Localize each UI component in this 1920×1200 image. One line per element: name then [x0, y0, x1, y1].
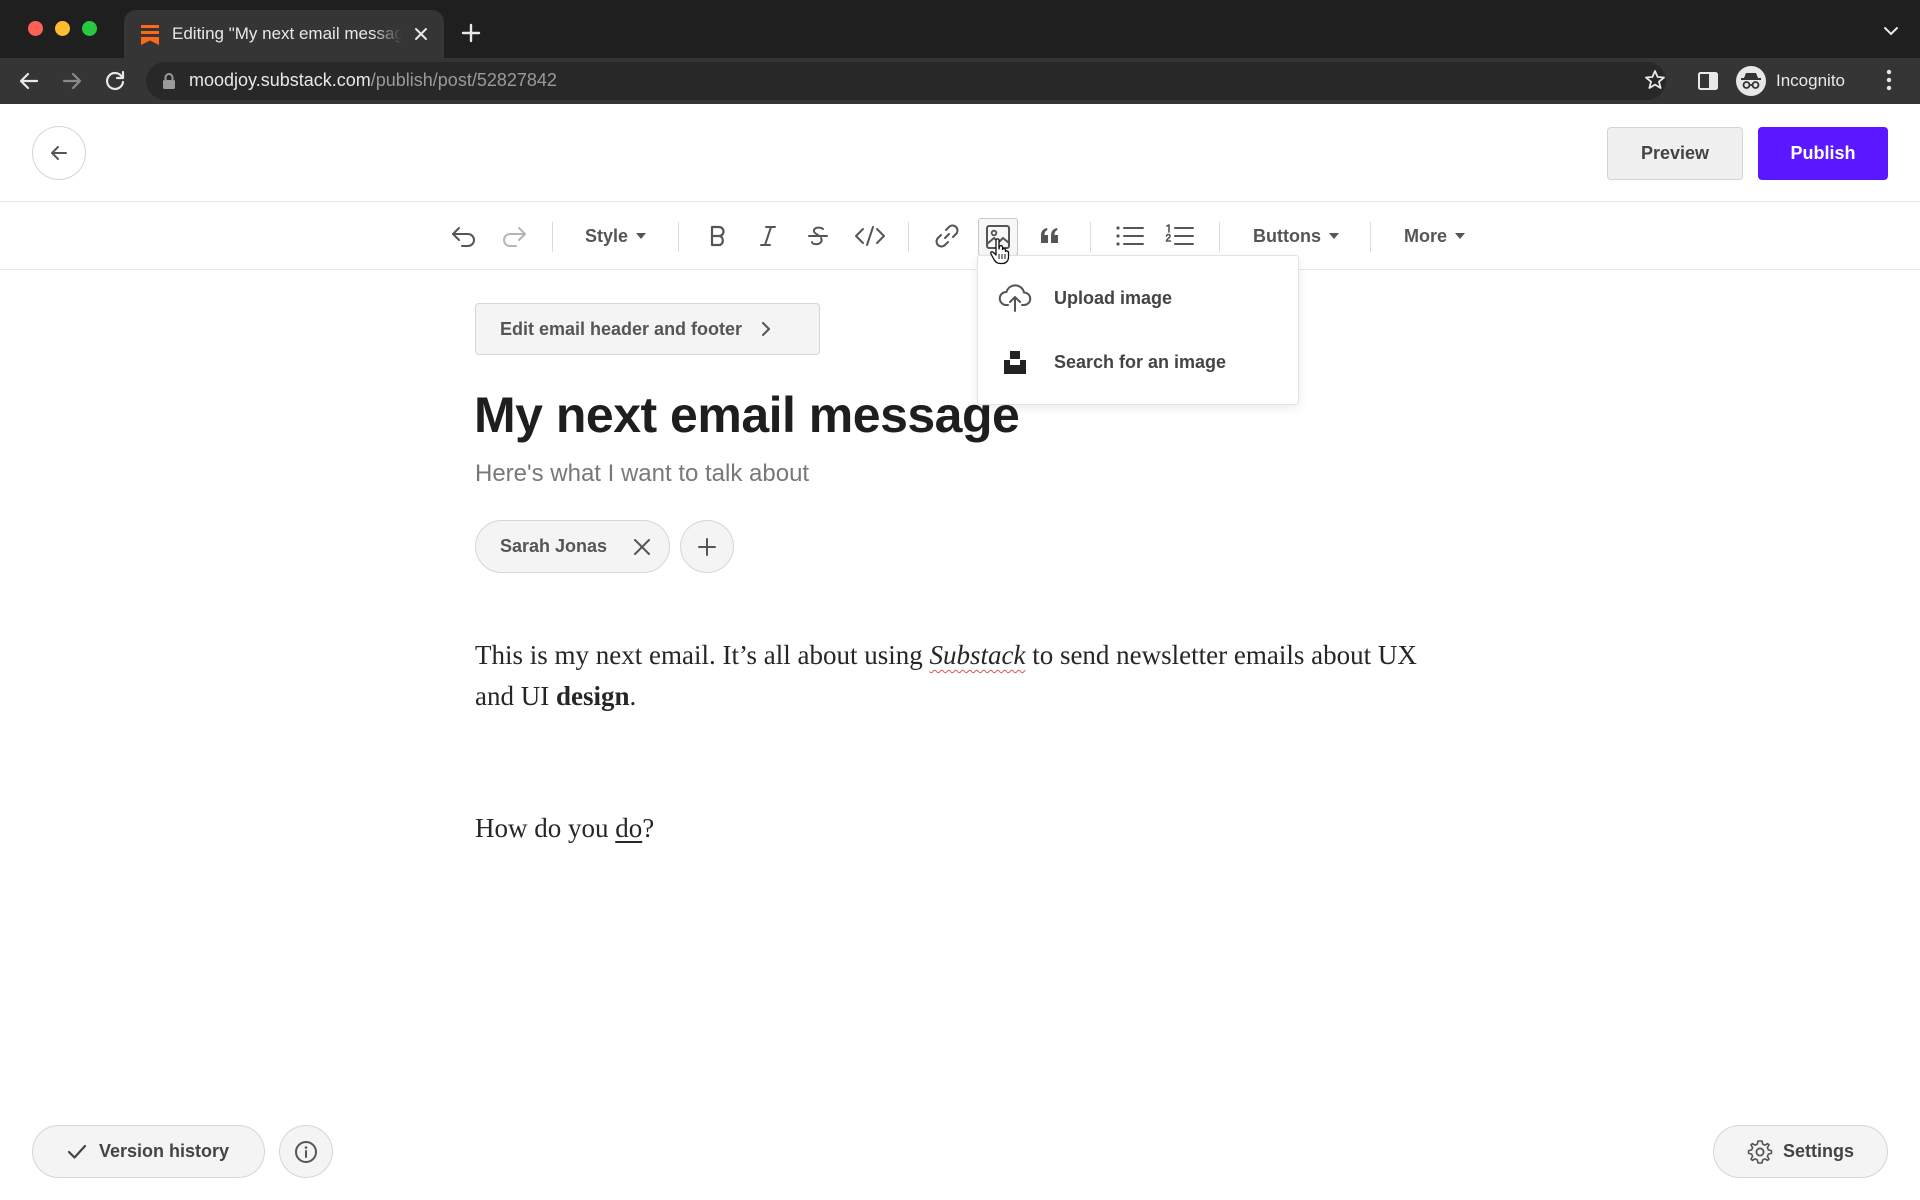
bold-icon: [710, 225, 725, 247]
toolbar-separator: [678, 222, 679, 252]
incognito-icon: [1736, 66, 1766, 96]
info-button[interactable]: [279, 1125, 333, 1178]
reload-icon[interactable]: [102, 68, 128, 94]
window-close-button[interactable]: [28, 21, 43, 36]
forward-arrow-icon[interactable]: [59, 68, 85, 94]
underlined-text: do: [615, 813, 643, 843]
upload-image-menu-item[interactable]: Upload image: [998, 281, 1172, 315]
cloud-upload-icon: [998, 284, 1032, 312]
remove-author-icon[interactable]: [633, 538, 651, 556]
incognito-label: Incognito: [1776, 71, 1845, 90]
bullet-list-button[interactable]: [1112, 218, 1148, 254]
plus-icon: [698, 537, 716, 556]
preview-button[interactable]: Preview: [1607, 127, 1743, 180]
style-dropdown[interactable]: Style: [585, 222, 647, 250]
upload-image-label: Upload image: [1054, 287, 1173, 308]
browser-tab-bar: Editing "My next email message": [0, 0, 1920, 58]
toolbar-separator: [1219, 222, 1220, 252]
caret-down-icon: [636, 233, 647, 239]
caret-down-icon: [1328, 233, 1339, 239]
unsplash-icon: [1004, 351, 1026, 374]
version-history-button[interactable]: Version history: [32, 1125, 265, 1178]
numbered-list-icon: [1165, 224, 1194, 245]
settings-button[interactable]: Settings: [1713, 1125, 1888, 1178]
incognito-profile-button[interactable]: Incognito: [1736, 64, 1845, 98]
buttons-dropdown[interactable]: Buttons: [1253, 222, 1339, 250]
author-chip: Sarah Jonas: [475, 520, 670, 573]
header-divider: [0, 201, 1920, 202]
body-paragraph-1[interactable]: This is my next email. It’s all about us…: [475, 635, 1455, 717]
back-arrow-icon[interactable]: [16, 68, 42, 94]
edit-email-header-footer-label: Edit email header and footer: [500, 318, 743, 339]
bold-button[interactable]: [700, 218, 736, 254]
browser-tab-active[interactable]: Editing "My next email message": [124, 10, 444, 58]
italic-button[interactable]: [750, 218, 786, 254]
search-image-label: Search for an image: [1054, 351, 1227, 372]
tab-search-chevron-icon[interactable]: [1882, 24, 1900, 38]
search-image-menu-item[interactable]: Search for an image: [998, 345, 1226, 379]
numbered-list-button[interactable]: [1162, 218, 1198, 254]
substack-favicon-icon: [141, 25, 159, 45]
author-name: Sarah Jonas: [500, 536, 608, 556]
back-arrow-icon: [51, 146, 67, 160]
bullet-list-icon: [1116, 226, 1144, 246]
lock-icon[interactable]: [162, 72, 176, 90]
bookmark-star-icon[interactable]: [1643, 68, 1667, 92]
code-icon: [855, 226, 885, 246]
toolbar-separator: [1370, 222, 1371, 252]
bold-text: design: [555, 681, 630, 711]
toolbar-divider: [0, 269, 1920, 270]
quote-icon: [1041, 228, 1058, 243]
blockquote-button[interactable]: [1032, 218, 1068, 254]
url-text[interactable]: moodjoy.substack.com/publish/post/528278…: [189, 70, 557, 91]
tab-title: Editing "My next email message": [172, 24, 402, 44]
strikethrough-button[interactable]: [800, 218, 836, 254]
gear-icon: [1747, 1139, 1773, 1164]
post-title[interactable]: My next email message: [474, 386, 1020, 444]
buttons-dropdown-label: Buttons: [1253, 225, 1321, 246]
link-icon: [935, 224, 959, 248]
post-subtitle[interactable]: Here's what I want to talk about: [475, 460, 809, 488]
side-panel-icon[interactable]: [1697, 70, 1719, 92]
more-dropdown[interactable]: More: [1404, 222, 1466, 250]
undo-button[interactable]: [446, 218, 482, 254]
undo-icon: [452, 227, 475, 247]
caret-down-icon: [1455, 233, 1466, 239]
new-tab-icon[interactable]: [460, 22, 482, 44]
toolbar-separator: [1090, 222, 1091, 252]
code-button[interactable]: [852, 218, 888, 254]
tab-close-icon[interactable]: [412, 25, 430, 43]
window-maximize-button[interactable]: [82, 21, 97, 36]
strikethrough-icon: [808, 226, 828, 246]
settings-label: Settings: [1783, 1141, 1855, 1161]
redo-icon: [503, 227, 526, 247]
editor-back-button[interactable]: [32, 126, 86, 180]
publish-button[interactable]: Publish: [1758, 127, 1888, 180]
body-paragraph-2[interactable]: How do you do?: [475, 808, 654, 849]
toolbar-separator: [908, 222, 909, 252]
image-insert-menu: Upload image Search for an image: [977, 255, 1299, 405]
toolbar-separator: [552, 222, 553, 252]
info-icon: [295, 1140, 317, 1163]
link-button[interactable]: [929, 218, 965, 254]
add-author-button[interactable]: [680, 520, 734, 573]
more-dropdown-label: More: [1404, 225, 1448, 246]
browser-menu-icon[interactable]: [1882, 68, 1896, 92]
window-minimize-button[interactable]: [55, 21, 70, 36]
italic-icon: [760, 226, 776, 246]
edit-email-header-footer-button[interactable]: Edit email header and footer: [475, 303, 820, 355]
italic-text: Substack: [929, 640, 1026, 670]
style-dropdown-label: Style: [585, 225, 629, 246]
redo-button[interactable]: [496, 218, 532, 254]
version-history-label: Version history: [99, 1141, 230, 1161]
hand-cursor-icon: [990, 238, 1010, 265]
chevron-right-icon: [762, 322, 771, 336]
checkmark-icon: [67, 1144, 87, 1159]
